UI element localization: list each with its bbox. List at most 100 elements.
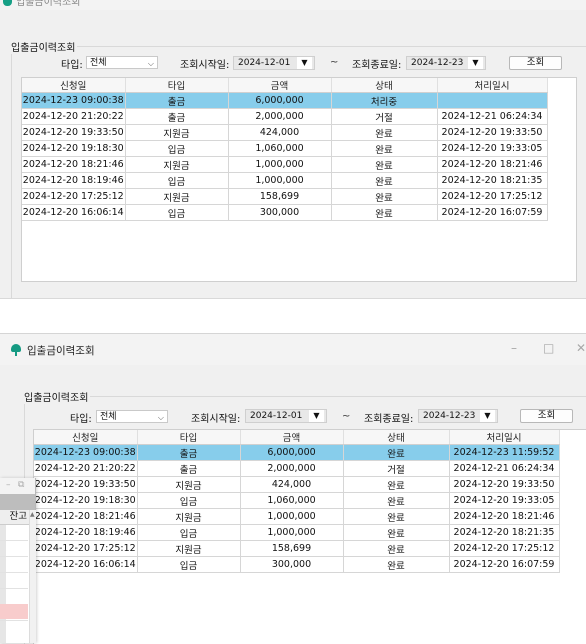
- row-divider: [0, 540, 28, 541]
- cell-request-time: 2024-12-20 21:20:22: [34, 460, 138, 477]
- cell-request-time: 2024-12-20 21:20:22: [22, 108, 126, 125]
- column-header[interactable]: 금액: [228, 78, 332, 93]
- cell-request-time: 2024-12-20 19:18:30: [34, 492, 138, 509]
- cell-processed-time: 2024-12-20 19:33:50: [449, 476, 560, 493]
- cell-status: 완료: [343, 524, 450, 541]
- cell-type: 입금: [125, 172, 229, 189]
- cell-amount: 1,000,000: [240, 524, 344, 541]
- background-column-header[interactable]: 잔고: [0, 510, 29, 525]
- cell-amount: 1,060,000: [240, 492, 344, 509]
- table-row[interactable]: 2024-12-20 18:19:46 입금 1,000,000 완료 2024…: [22, 172, 548, 189]
- column-header[interactable]: 상태: [343, 430, 450, 445]
- type-label: 타입:: [70, 414, 92, 425]
- row-divider: [0, 556, 28, 557]
- minimize-icon[interactable]: –: [6, 480, 11, 490]
- type-select-value: 전체: [90, 58, 107, 68]
- background-window[interactable]: – ⧉ 잔고 ▲: [0, 478, 36, 643]
- cell-processed-time: 2024-12-20 18:21:35: [449, 524, 560, 541]
- cell-request-time: 2024-12-23 09:00:38: [34, 444, 138, 461]
- row-divider: [0, 620, 28, 621]
- search-button[interactable]: 조회: [520, 409, 573, 423]
- cell-request-time: 2024-12-20 18:21:46: [34, 508, 138, 525]
- cell-processed-time: 2024-12-20 19:33:05: [449, 492, 560, 509]
- table-row[interactable]: 2024-12-20 21:20:22 출금 2,000,000 거절 2024…: [34, 460, 560, 477]
- cell-amount: 1,000,000: [228, 156, 332, 173]
- end-date-value: 2024-12-23: [411, 58, 464, 68]
- cell-status: 완료: [343, 476, 450, 493]
- window-b-group-label: 입출금이력조회: [24, 389, 91, 404]
- window-a-title: 입출금이력조회: [16, 0, 81, 8]
- cell-status: 완료: [343, 540, 450, 557]
- row-divider: [0, 572, 28, 573]
- start-date-picker[interactable]: 2024-12-01 ▼: [233, 56, 315, 70]
- start-date-picker[interactable]: 2024-12-01 ▼: [245, 409, 327, 423]
- column-header[interactable]: 처리일시: [449, 430, 560, 445]
- triangle-down-icon[interactable]: ▼: [297, 57, 312, 69]
- column-header[interactable]: 신청일: [22, 78, 126, 93]
- table-row[interactable]: 2024-12-20 19:18:30 입금 1,060,000 완료 2024…: [22, 140, 548, 157]
- maximize-icon[interactable]: □: [543, 342, 554, 354]
- type-select[interactable]: 전체 ⌵: [96, 410, 168, 423]
- table-row[interactable]: 2024-12-20 16:06:14 입금 300,000 완료 2024-1…: [34, 556, 560, 573]
- cell-request-time: 2024-12-20 19:33:50: [34, 476, 138, 493]
- table-row[interactable]: 2024-12-20 18:21:46 지원금 1,000,000 완료 202…: [34, 508, 560, 525]
- cell-amount: 300,000: [240, 556, 344, 573]
- table-row[interactable]: 2024-12-20 19:33:50 지원금 424,000 완료 2024-…: [34, 476, 560, 493]
- highlighted-row[interactable]: [0, 604, 28, 619]
- background-window-titlebar[interactable]: – ⧉: [0, 478, 35, 494]
- triangle-down-icon[interactable]: ▼: [480, 410, 495, 422]
- cell-type: 출금: [125, 108, 229, 125]
- scroll-up-icon[interactable]: ▲: [30, 511, 35, 518]
- table-row[interactable]: 2024-12-20 19:18:30 입금 1,060,000 완료 2024…: [34, 492, 560, 509]
- triangle-down-icon[interactable]: ▼: [309, 410, 324, 422]
- vertical-scrollbar[interactable]: ▲: [29, 510, 36, 643]
- column-header[interactable]: 처리일시: [437, 78, 548, 93]
- column-header[interactable]: 타입: [125, 78, 229, 93]
- restore-icon[interactable]: ⧉: [18, 480, 24, 490]
- column-header[interactable]: 신청일: [34, 430, 138, 445]
- type-select[interactable]: 전체 ⌵: [86, 56, 158, 69]
- cell-request-time: 2024-12-20 16:06:14: [34, 556, 138, 573]
- row-divider: [0, 588, 28, 589]
- close-icon[interactable]: ✕: [576, 342, 586, 354]
- cell-type: 입금: [137, 556, 241, 573]
- table-row[interactable]: 2024-12-23 09:00:38 출금 6,000,000 처리중: [22, 92, 548, 109]
- search-button[interactable]: 조회: [509, 56, 562, 70]
- column-header[interactable]: 금액: [240, 430, 344, 445]
- window-b-titlebar[interactable]: 입출금이력조회 – □ ✕: [0, 334, 586, 365]
- window-a-titlebar[interactable]: 입출금이력조회 –: [0, 0, 586, 10]
- end-date-label: 조회종료일:: [364, 414, 414, 425]
- window-a-group-label: 입출금이력조회: [11, 39, 78, 54]
- end-date-picker[interactable]: 2024-12-23 ▼: [406, 56, 486, 70]
- table-row[interactable]: 2024-12-23 09:00:38 출금 6,000,000 완료 2024…: [34, 444, 560, 461]
- triangle-down-icon[interactable]: ▼: [468, 57, 483, 69]
- cell-processed-time: 2024-12-20 19:33:05: [437, 140, 548, 157]
- history-window-a: 입출금이력조회 – 입출금이력조회 타입: 전체 ⌵ 조회시작일: 2024-1…: [0, 0, 586, 299]
- table-row[interactable]: 2024-12-20 19:33:50 지원금 424,000 완료 2024-…: [22, 124, 548, 141]
- minimize-icon[interactable]: –: [511, 342, 517, 354]
- cell-status: 처리중: [331, 92, 438, 109]
- history-grid-a[interactable]: 신청일 타입 금액 상태 처리일시 2024-12-23 09:00:38 출금…: [21, 77, 577, 282]
- cell-status: 완료: [331, 204, 438, 221]
- table-row[interactable]: 2024-12-20 21:20:22 출금 2,000,000 거절 2024…: [22, 108, 548, 125]
- grid-header-row: 신청일 타입 금액 상태 처리일시: [34, 430, 560, 445]
- cell-processed-time: 2024-12-20 19:33:50: [437, 124, 548, 141]
- table-row[interactable]: 2024-12-20 17:25:12 지원금 158,699 완료 2024-…: [34, 540, 560, 557]
- cell-type: 입금: [125, 140, 229, 157]
- end-date-picker[interactable]: 2024-12-23 ▼: [418, 409, 498, 423]
- minimize-icon[interactable]: –: [536, 0, 541, 3]
- history-grid-b[interactable]: 신청일 타입 금액 상태 처리일시 2024-12-23 09:00:38 출금…: [33, 429, 586, 644]
- table-row[interactable]: 2024-12-20 17:25:12 지원금 158,699 완료 2024-…: [22, 188, 548, 205]
- cell-type: 지원금: [137, 476, 241, 493]
- column-header[interactable]: 상태: [331, 78, 438, 93]
- cell-amount: 1,060,000: [228, 140, 332, 157]
- table-row[interactable]: 2024-12-20 16:06:14 입금 300,000 완료 2024-1…: [22, 204, 548, 221]
- table-row[interactable]: 2024-12-20 18:21:46 지원금 1,000,000 완료 202…: [22, 156, 548, 173]
- range-separator: ~: [330, 57, 339, 68]
- column-header[interactable]: 타입: [137, 430, 241, 445]
- cell-request-time: 2024-12-20 17:25:12: [22, 188, 126, 205]
- start-date-label: 조회시작일:: [191, 414, 241, 425]
- table-row[interactable]: 2024-12-20 18:19:46 입금 1,000,000 완료 2024…: [34, 524, 560, 541]
- cell-status: 거절: [331, 108, 438, 125]
- range-separator: ~: [342, 411, 351, 422]
